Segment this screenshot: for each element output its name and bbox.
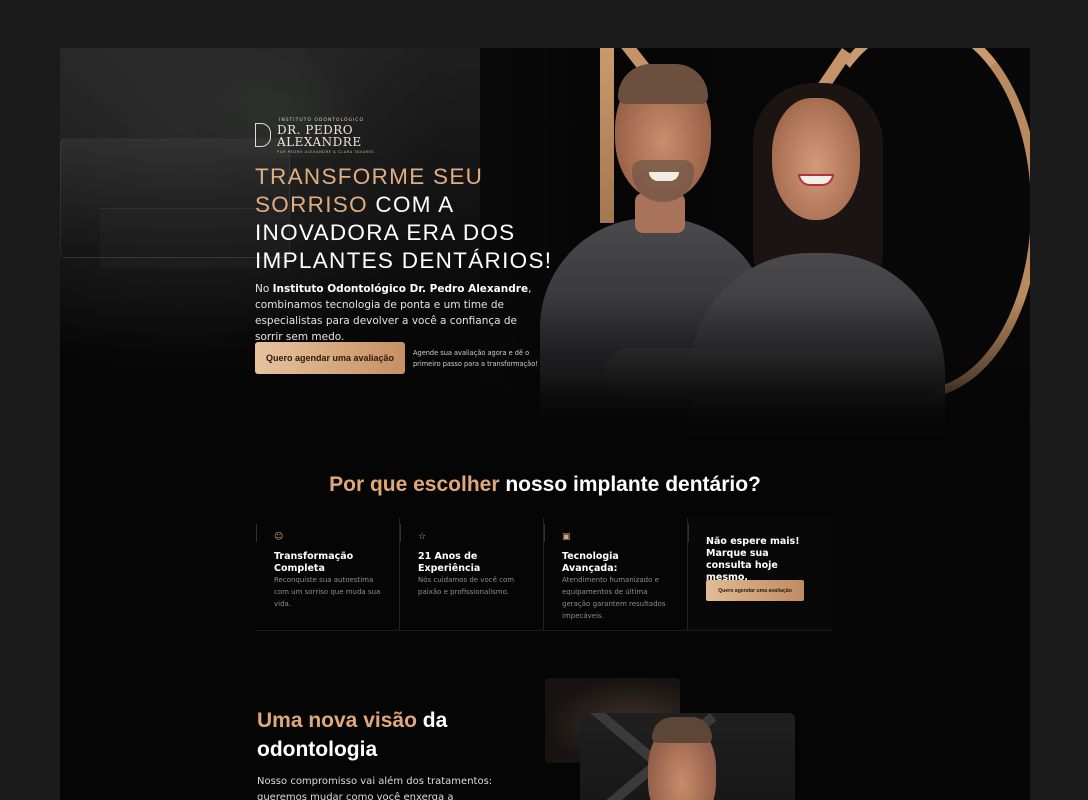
why-title-rest: nosso implante dentário? — [499, 473, 761, 496]
landing-page: INSTITUTO ODONTOLÓGICO DR. PEDRO ALEXAND… — [60, 48, 1030, 800]
feature-card: ☆ 21 Anos de Experiência Nós cuidamos de… — [400, 518, 544, 630]
cta-card: Não espere mais! Marque sua consulta hoj… — [688, 518, 832, 630]
lead-bold: Instituto Odontológico Dr. Pedro Alexand… — [272, 283, 529, 295]
cta-note: Agende sua avaliação agora e dê o primei… — [413, 349, 538, 368]
feature-title: 21 Anos de Experiência — [418, 551, 481, 574]
vision-photo-main — [580, 713, 795, 800]
schedule-evaluation-button[interactable]: Quero agendar uma avaliação — [255, 342, 405, 374]
star-icon: ☆ — [418, 532, 427, 542]
feature-title: Transformação Completa — [274, 551, 354, 574]
logo-name-line2: ALEXANDRE — [277, 135, 362, 149]
vision-text: Nosso compromisso vai além dos tratament… — [257, 776, 493, 800]
hero-section: INSTITUTO ODONTOLÓGICO DR. PEDRO ALEXAND… — [60, 48, 1030, 448]
feature-title: Tecnologia Avançada: — [562, 551, 619, 574]
features-row: ☺ Transformação Completa Reconquiste sua… — [256, 518, 832, 630]
feature-card: ▣ Tecnologia Avançada: Atendimento human… — [544, 518, 688, 630]
lead-prefix: No — [255, 283, 273, 295]
vision-section-title: Uma nova visão da odontologia — [257, 706, 517, 764]
feature-text: Reconquiste sua autoestima com um sorris… — [274, 576, 381, 608]
cta-card-button[interactable]: Quero agendar uma avaliação — [706, 580, 804, 601]
why-title-highlight: Por que escolher — [329, 473, 500, 496]
feature-text: Atendimento humanizado e equipamentos de… — [562, 576, 666, 620]
feature-card: ☺ Transformação Completa Reconquiste sua… — [256, 518, 400, 630]
feature-text: Nós cuidamos de você com paixão e profis… — [418, 576, 515, 596]
cta-card-title: Não espere mais! Marque sua consulta hoj… — [706, 536, 800, 583]
brand-logo[interactable]: INSTITUTO ODONTOLÓGICO DR. PEDRO ALEXAND… — [255, 118, 374, 154]
logo-mark-icon — [255, 123, 271, 147]
hero-headline: TRANSFORME SEU SORRISO COM A INOVADORA E… — [255, 163, 555, 275]
chip-icon: ▣ — [562, 532, 571, 542]
divider — [256, 630, 832, 631]
vision-title-highlight: Uma nova visão — [257, 709, 417, 732]
why-section-title: Por que escolher nosso implante dentário… — [60, 473, 1030, 497]
gold-frame-decor — [600, 48, 614, 223]
hero-lead: No Instituto Odontológico Dr. Pedro Alex… — [255, 281, 545, 345]
logo-sub-line: POR PEDRO ALEXANDRE & CLARA TAVARES — [277, 150, 375, 154]
smile-icon: ☺ — [274, 532, 284, 542]
hero-fade — [60, 298, 1030, 448]
logo-name: DR. PEDRO ALEXANDRE — [277, 124, 362, 148]
